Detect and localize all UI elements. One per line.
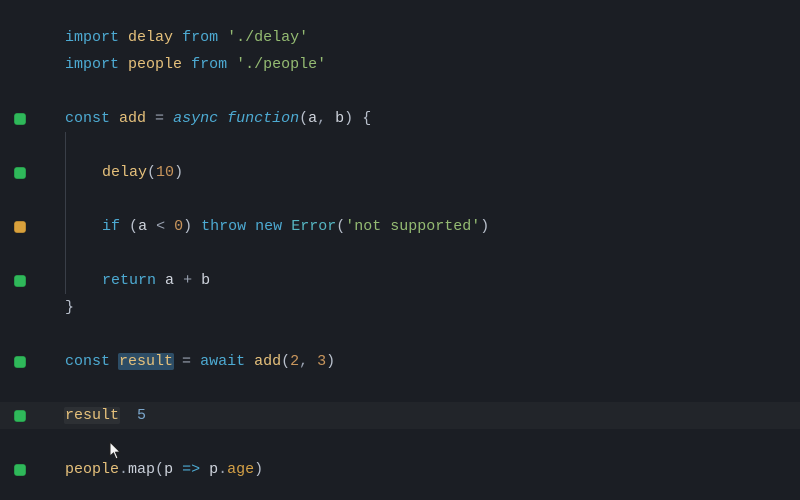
- keyword-from: from: [182, 29, 218, 46]
- keyword-throw: throw: [201, 218, 246, 235]
- coverage-marker-green[interactable]: [14, 275, 26, 287]
- inline-value: 5: [137, 407, 146, 424]
- indent-guide: [65, 213, 103, 240]
- keyword-const: const: [65, 110, 110, 127]
- ident-p: p: [209, 461, 218, 478]
- ident-people: people: [65, 461, 119, 478]
- gutter-cell: [0, 275, 65, 287]
- code-editor[interactable]: import delay from './delay' import peopl…: [0, 0, 800, 483]
- arrow-op: =>: [182, 461, 200, 478]
- code-line[interactable]: [0, 375, 800, 402]
- code-line[interactable]: delay(10): [0, 159, 800, 186]
- ident-a: a: [165, 272, 174, 289]
- ident-result-usage: result: [64, 407, 120, 424]
- indent-guide: [65, 240, 103, 267]
- prop-age: age: [227, 461, 254, 478]
- code-line[interactable]: if (a < 0) throw new Error('not supporte…: [0, 213, 800, 240]
- code-line[interactable]: [0, 240, 800, 267]
- coverage-marker-green[interactable]: [14, 464, 26, 476]
- param-p: p: [164, 461, 173, 478]
- keyword-function: function: [227, 110, 299, 127]
- number-2: 2: [290, 353, 299, 370]
- call-add: add: [254, 353, 281, 370]
- param-b: b: [335, 110, 344, 127]
- code-line[interactable]: [0, 321, 800, 348]
- code-content[interactable]: delay(10): [65, 159, 800, 186]
- code-content[interactable]: result 5: [65, 402, 800, 429]
- code-line[interactable]: }: [0, 294, 800, 321]
- keyword-new: new: [255, 218, 282, 235]
- ident-b: b: [201, 272, 210, 289]
- coverage-marker-green[interactable]: [14, 167, 26, 179]
- code-line[interactable]: [0, 429, 800, 456]
- selected-ident-result: result: [118, 353, 174, 370]
- type-error: Error: [291, 218, 336, 235]
- code-content[interactable]: const add = async function(a, b) {: [65, 105, 800, 132]
- keyword-const: const: [65, 353, 110, 370]
- code-line[interactable]: import people from './people': [0, 51, 800, 78]
- code-line[interactable]: const add = async function(a, b) {: [0, 105, 800, 132]
- gutter-cell: [0, 464, 65, 476]
- keyword-if: if: [102, 218, 120, 235]
- code-line[interactable]: const result = await add(2, 3): [0, 348, 800, 375]
- code-line[interactable]: [0, 78, 800, 105]
- coverage-marker-green[interactable]: [14, 113, 26, 125]
- string-not-supported: 'not supported': [345, 218, 480, 235]
- string-delay-path: './delay': [227, 29, 308, 46]
- number-0: 0: [174, 218, 183, 235]
- code-content[interactable]: import people from './people': [65, 51, 800, 78]
- indent-guide: [65, 267, 103, 294]
- keyword-return: return: [102, 272, 156, 289]
- keyword-from: from: [191, 56, 227, 73]
- code-line[interactable]: [0, 132, 800, 159]
- code-content[interactable]: if (a < 0) throw new Error('not supporte…: [65, 213, 800, 240]
- keyword-await: await: [200, 353, 245, 370]
- gutter-cell: [0, 410, 65, 422]
- code-line[interactable]: [0, 186, 800, 213]
- method-map: map: [128, 461, 155, 478]
- indent-guide: [65, 186, 103, 213]
- code-content[interactable]: people.map(p => p.age): [65, 456, 800, 483]
- keyword-async: async: [173, 110, 218, 127]
- string-people-path: './people': [236, 56, 326, 73]
- code-content[interactable]: import delay from './delay': [65, 24, 800, 51]
- code-line[interactable]: people.map(p => p.age): [0, 456, 800, 483]
- coverage-marker-green[interactable]: [14, 410, 26, 422]
- ident-a: a: [138, 218, 147, 235]
- code-line[interactable]: import delay from './delay': [0, 24, 800, 51]
- coverage-marker-yellow[interactable]: [14, 221, 26, 233]
- gutter-cell: [0, 356, 65, 368]
- call-delay: delay: [102, 164, 147, 181]
- code-content[interactable]: return a + b: [65, 267, 800, 294]
- code-line[interactable]: return a + b: [0, 267, 800, 294]
- ident-add: add: [119, 110, 146, 127]
- code-line-active[interactable]: result 5: [0, 402, 800, 429]
- coverage-marker-green[interactable]: [14, 356, 26, 368]
- indent-guide: [65, 159, 103, 186]
- ident-delay: delay: [128, 29, 173, 46]
- number-3: 3: [317, 353, 326, 370]
- param-a: a: [308, 110, 317, 127]
- ident-people: people: [128, 56, 182, 73]
- number-10: 10: [156, 164, 174, 181]
- gutter-cell: [0, 167, 65, 179]
- gutter-cell: [0, 113, 65, 125]
- code-content[interactable]: const result = await add(2, 3): [65, 348, 800, 375]
- indent-guide: [65, 132, 103, 159]
- code-content[interactable]: }: [65, 294, 800, 321]
- keyword-import: import: [65, 56, 119, 73]
- keyword-import: import: [65, 29, 119, 46]
- gutter-cell: [0, 221, 65, 233]
